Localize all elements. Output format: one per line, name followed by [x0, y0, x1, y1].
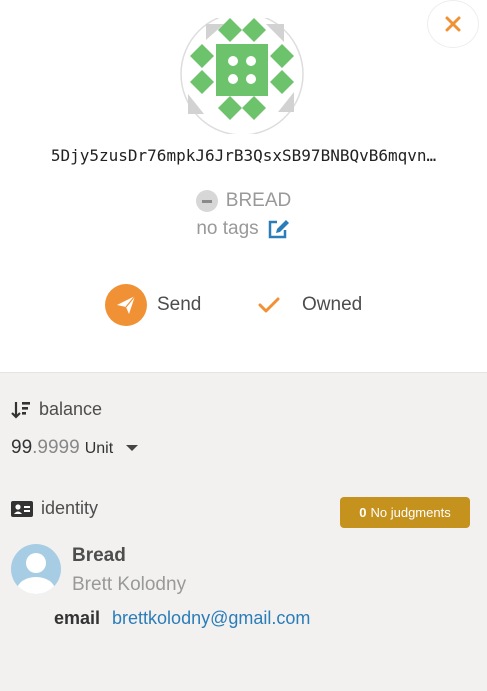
account-details: balance 99 .9999 Unit identity 0 No judg… — [0, 372, 487, 691]
account-address[interactable]: 5Djy5zusDr76mpkJ6JrB3QsxSB97BNBQvB6mqvn… — [0, 146, 487, 165]
account-header: 5Djy5zusDr76mpkJ6JrB3QsxSB97BNBQvB6mqvn…… — [0, 0, 487, 372]
account-name: BREAD — [225, 190, 292, 211]
balance-label: balance — [39, 399, 103, 419]
close-icon — [445, 16, 461, 32]
paper-plane-icon — [117, 295, 136, 314]
user-avatar-icon — [11, 544, 61, 594]
send-label: Send — [157, 294, 202, 315]
account-name-row: BREAD — [0, 190, 487, 212]
balance-decimal: .9999 — [32, 437, 80, 458]
send-button[interactable]: Send — [105, 284, 201, 326]
identity-email-row: email brettkolodny@gmail.com — [54, 608, 310, 629]
identicon-icon — [180, 12, 304, 136]
edit-tags-button[interactable] — [267, 218, 291, 240]
identity-label: identity — [41, 498, 99, 518]
minus-circle-icon — [195, 190, 218, 212]
balance-expand-button[interactable] — [125, 443, 139, 453]
identity-heading: identity — [11, 498, 98, 519]
caret-down-icon — [126, 445, 139, 451]
balance-unit: Unit — [84, 440, 114, 457]
owned-label: Owned — [302, 294, 363, 315]
edit-icon — [268, 220, 289, 239]
email-link[interactable]: brettkolodny@gmail.com — [112, 608, 310, 629]
action-row: Send Owned — [0, 284, 487, 328]
avatar — [11, 544, 61, 594]
sort-amount-icon — [11, 401, 30, 419]
email-label: email — [54, 608, 101, 628]
close-button[interactable] — [427, 0, 479, 48]
check-icon — [258, 297, 280, 313]
identity-display-name: Bread — [72, 545, 126, 566]
identity-legal-name: Brett Kolodny — [72, 574, 187, 595]
judgment-text: No judgments — [370, 505, 451, 520]
balance-value: 99 .9999 Unit — [11, 437, 139, 459]
tags-text: no tags — [196, 218, 259, 239]
balance-heading: balance — [11, 399, 102, 420]
id-card-icon — [11, 500, 33, 517]
send-icon-circle — [105, 284, 147, 326]
owned-status: Owned — [258, 284, 362, 326]
balance-integer: 99 — [11, 437, 33, 458]
judgments-badge: 0 No judgments — [340, 497, 470, 528]
account-identicon[interactable] — [178, 12, 308, 136]
account-tags-row: no tags — [0, 218, 487, 240]
judgment-count: 0 — [359, 505, 367, 520]
